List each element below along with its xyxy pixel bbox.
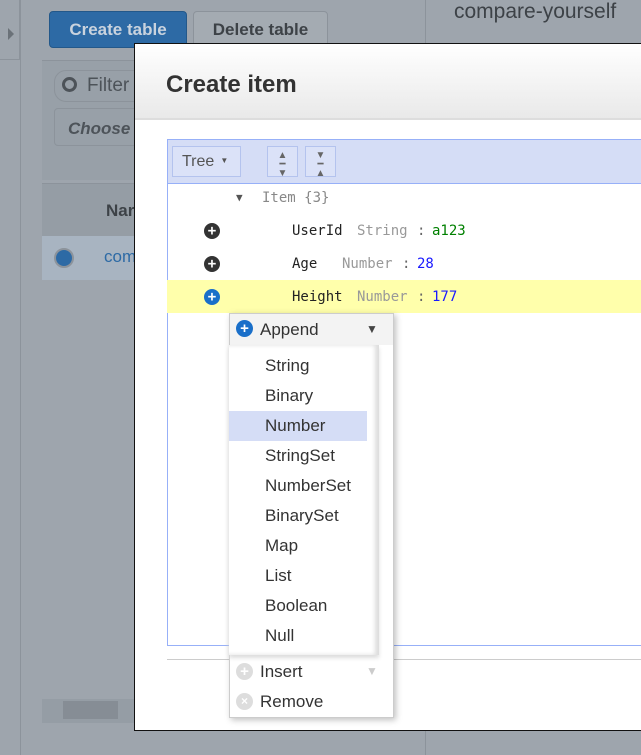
- type-option-stringset[interactable]: StringSet: [229, 441, 367, 471]
- type-option-binaryset[interactable]: BinarySet: [229, 501, 367, 531]
- type-option-null[interactable]: Null: [229, 621, 367, 651]
- name-column-header[interactable]: Nar: [106, 201, 134, 221]
- tree-root: ▼ Item {3}: [167, 181, 641, 214]
- filter-placeholder: Filter: [87, 75, 130, 96]
- collapse-all-button[interactable]: ▼ ━ ▲: [305, 146, 336, 179]
- type-option-string[interactable]: String: [229, 351, 367, 381]
- type-option-number[interactable]: Number: [229, 411, 367, 441]
- type-option-binary[interactable]: Binary: [229, 381, 367, 411]
- sidebar-toggle[interactable]: [0, 0, 20, 60]
- append-menu-item[interactable]: + Append ▼: [230, 314, 393, 345]
- context-menu-icon[interactable]: +: [204, 288, 220, 305]
- field-value[interactable]: a123: [432, 223, 466, 239]
- field-type: String: [357, 222, 408, 239]
- insert-menu-item[interactable]: + Insert ▼: [230, 657, 393, 687]
- search-icon: [62, 77, 77, 92]
- submenu-arrow-icon: ▼: [366, 322, 378, 336]
- context-menu-icon[interactable]: +: [204, 222, 220, 239]
- row-radio[interactable]: [54, 248, 74, 268]
- insert-label: Insert: [260, 662, 303, 681]
- caret-down-icon: ▼: [220, 156, 229, 165]
- remove-label: Remove: [260, 692, 324, 711]
- chevron-right-icon: [8, 28, 14, 40]
- field-name[interactable]: Height: [292, 289, 343, 305]
- collapse-triangle-icon[interactable]: ▼: [236, 191, 243, 204]
- root-label: Item: [262, 189, 296, 206]
- expand-all-button[interactable]: ▲ ━ ▼: [267, 146, 298, 179]
- modal-header: Create item: [135, 44, 641, 120]
- table-title: compare-yourself: [454, 0, 617, 23]
- type-option-list[interactable]: List: [229, 561, 367, 591]
- expand-all-icon: ▲ ━ ▼: [277, 150, 288, 179]
- mode-select[interactable]: Tree ▼: [172, 146, 241, 177]
- field-name[interactable]: UserId: [292, 223, 343, 239]
- type-option-boolean[interactable]: Boolean: [229, 591, 367, 621]
- root-count: {3}: [304, 189, 330, 206]
- submenu-arrow-icon: ▼: [366, 664, 378, 678]
- tree-row[interactable]: + UserId String: a123: [167, 214, 641, 247]
- remove-menu-item[interactable]: × Remove: [230, 687, 393, 717]
- plus-circle-icon: +: [236, 320, 253, 337]
- horizontal-scrollbar[interactable]: [42, 699, 142, 723]
- table-name-link[interactable]: com: [104, 247, 136, 267]
- tree-row[interactable]: + Age Number:28: [167, 247, 641, 280]
- plus-circle-icon: +: [236, 663, 253, 680]
- type-option-numberset[interactable]: NumberSet: [229, 471, 367, 501]
- context-menu-icon[interactable]: +: [204, 255, 220, 272]
- tree-row-selected[interactable]: + Height Number:177: [167, 280, 641, 313]
- modal-title: Create item: [166, 71, 297, 98]
- mode-label: Tree: [182, 153, 215, 170]
- remove-circle-icon: ×: [236, 693, 253, 710]
- type-option-map[interactable]: Map: [229, 531, 367, 561]
- field-type: Number: [342, 255, 393, 272]
- field-name[interactable]: Age: [292, 256, 317, 272]
- field-value[interactable]: 28: [417, 256, 434, 272]
- field-type: Number: [357, 288, 408, 305]
- field-value[interactable]: 177: [432, 289, 457, 305]
- append-label: Append: [260, 320, 319, 339]
- collapse-all-icon: ▼ ━ ▲: [315, 150, 326, 179]
